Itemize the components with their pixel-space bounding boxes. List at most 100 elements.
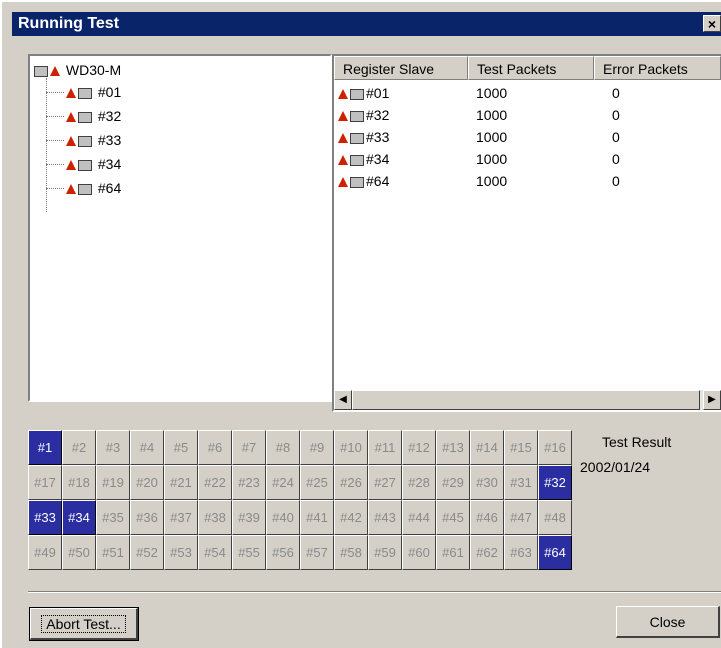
slot-cell[interactable]: #22 bbox=[198, 465, 232, 500]
slot-cell[interactable]: #16 bbox=[538, 430, 572, 465]
slot-cell[interactable]: #45 bbox=[436, 500, 470, 535]
slot-cell[interactable]: #26 bbox=[334, 465, 368, 500]
slot-cell[interactable]: #55 bbox=[232, 535, 266, 570]
tree-root[interactable]: WD30-M bbox=[34, 60, 121, 80]
slot-cell[interactable]: #56 bbox=[266, 535, 300, 570]
tree-item[interactable]: #32 bbox=[66, 106, 121, 126]
slot-cell[interactable]: #5 bbox=[164, 430, 198, 465]
slot-cell[interactable]: #6 bbox=[198, 430, 232, 465]
slot-cell[interactable]: #54 bbox=[198, 535, 232, 570]
slot-cell[interactable]: #38 bbox=[198, 500, 232, 535]
slot-cell[interactable]: #8 bbox=[266, 430, 300, 465]
slot-cell[interactable]: #40 bbox=[266, 500, 300, 535]
slot-cell[interactable]: #12 bbox=[402, 430, 436, 465]
slot-cell[interactable]: #57 bbox=[300, 535, 334, 570]
slot-cell[interactable]: #27 bbox=[368, 465, 402, 500]
slot-cell[interactable]: #35 bbox=[96, 500, 130, 535]
slot-cell[interactable]: #49 bbox=[28, 535, 62, 570]
list-row[interactable]: #33 1000 0 bbox=[334, 126, 721, 148]
column-header-test-packets[interactable]: Test Packets bbox=[468, 56, 594, 80]
slot-cell[interactable]: #52 bbox=[130, 535, 164, 570]
tree-item[interactable]: #33 bbox=[66, 130, 121, 150]
network-icon bbox=[50, 66, 60, 77]
slot-cell[interactable]: #18 bbox=[62, 465, 96, 500]
close-icon[interactable]: × bbox=[703, 15, 721, 32]
tree-connector bbox=[46, 140, 64, 141]
slot-cell[interactable]: #32 bbox=[538, 465, 572, 500]
slot-cell[interactable]: #7 bbox=[232, 430, 266, 465]
slot-cell[interactable]: #46 bbox=[470, 500, 504, 535]
slot-cell[interactable]: #63 bbox=[504, 535, 538, 570]
slave-cell: #34 bbox=[366, 151, 390, 167]
errors-cell: 0 bbox=[612, 85, 620, 101]
list-row[interactable]: #32 1000 0 bbox=[334, 104, 721, 126]
packets-cell: 1000 bbox=[476, 107, 508, 123]
packets-cell: 1000 bbox=[476, 85, 508, 101]
slot-cell[interactable]: #39 bbox=[232, 500, 266, 535]
abort-test-button[interactable]: Abort Test... bbox=[29, 607, 139, 641]
slot-cell[interactable]: #15 bbox=[504, 430, 538, 465]
errors-cell: 0 bbox=[612, 129, 620, 145]
slot-cell[interactable]: #51 bbox=[96, 535, 130, 570]
slot-cell[interactable]: #64 bbox=[538, 535, 572, 570]
list-row[interactable]: #64 1000 0 bbox=[334, 170, 721, 192]
slot-cell[interactable]: #10 bbox=[334, 430, 368, 465]
register-list[interactable]: Register Slave Test Packets Error Packet… bbox=[332, 54, 721, 412]
tree-connector bbox=[46, 188, 64, 189]
tree-item[interactable]: #64 bbox=[66, 178, 121, 198]
slot-cell[interactable]: #1 bbox=[28, 430, 62, 465]
network-icon bbox=[66, 136, 76, 147]
slot-cell[interactable]: #17 bbox=[28, 465, 62, 500]
slot-cell[interactable]: #13 bbox=[436, 430, 470, 465]
slot-cell[interactable]: #53 bbox=[164, 535, 198, 570]
slot-cell[interactable]: #43 bbox=[368, 500, 402, 535]
scroll-thumb[interactable] bbox=[352, 390, 700, 410]
slot-cell[interactable]: #59 bbox=[368, 535, 402, 570]
slot-cell[interactable]: #23 bbox=[232, 465, 266, 500]
slot-cell[interactable]: #42 bbox=[334, 500, 368, 535]
slot-cell[interactable]: #3 bbox=[96, 430, 130, 465]
computer-icon bbox=[78, 183, 92, 195]
slot-cell[interactable]: #11 bbox=[368, 430, 402, 465]
slot-cell[interactable]: #2 bbox=[62, 430, 96, 465]
list-row[interactable]: #34 1000 0 bbox=[334, 148, 721, 170]
tree-item[interactable]: #01 bbox=[66, 82, 121, 102]
slot-cell[interactable]: #28 bbox=[402, 465, 436, 500]
slot-cell[interactable]: #48 bbox=[538, 500, 572, 535]
slot-cell[interactable]: #36 bbox=[130, 500, 164, 535]
slot-cell[interactable]: #21 bbox=[164, 465, 198, 500]
slot-cell[interactable]: #14 bbox=[470, 430, 504, 465]
list-row[interactable]: #01 1000 0 bbox=[334, 82, 721, 104]
slot-cell[interactable]: #33 bbox=[28, 500, 62, 535]
slot-cell[interactable]: #50 bbox=[62, 535, 96, 570]
slot-cell[interactable]: #62 bbox=[470, 535, 504, 570]
column-header-register-slave[interactable]: Register Slave bbox=[334, 56, 468, 80]
slot-cell[interactable]: #37 bbox=[164, 500, 198, 535]
slot-cell[interactable]: #29 bbox=[436, 465, 470, 500]
slot-cell[interactable]: #9 bbox=[300, 430, 334, 465]
scroll-left-icon[interactable]: ◀ bbox=[334, 390, 352, 410]
slot-cell[interactable]: #20 bbox=[130, 465, 164, 500]
tree-item[interactable]: #34 bbox=[66, 154, 121, 174]
slot-cell[interactable]: #34 bbox=[62, 500, 96, 535]
slot-cell[interactable]: #30 bbox=[470, 465, 504, 500]
slot-cell[interactable]: #41 bbox=[300, 500, 334, 535]
errors-cell: 0 bbox=[612, 151, 620, 167]
slave-cell: #64 bbox=[366, 173, 390, 189]
slot-cell[interactable]: #44 bbox=[402, 500, 436, 535]
slot-cell[interactable]: #31 bbox=[504, 465, 538, 500]
column-header-error-packets[interactable]: Error Packets bbox=[594, 56, 721, 80]
computer-icon bbox=[350, 154, 364, 166]
slot-cell[interactable]: #61 bbox=[436, 535, 470, 570]
slot-cell[interactable]: #19 bbox=[96, 465, 130, 500]
horizontal-scrollbar[interactable]: ◀ ▶ bbox=[334, 390, 721, 410]
scroll-right-icon[interactable]: ▶ bbox=[703, 390, 721, 410]
slot-cell[interactable]: #47 bbox=[504, 500, 538, 535]
slot-cell[interactable]: #60 bbox=[402, 535, 436, 570]
slot-cell[interactable]: #4 bbox=[130, 430, 164, 465]
slave-tree[interactable]: WD30-M #01 #32 #33 #34 #64 bbox=[28, 54, 332, 402]
slot-cell[interactable]: #25 bbox=[300, 465, 334, 500]
slot-cell[interactable]: #24 bbox=[266, 465, 300, 500]
slot-cell[interactable]: #58 bbox=[334, 535, 368, 570]
close-button[interactable]: Close bbox=[616, 606, 720, 638]
